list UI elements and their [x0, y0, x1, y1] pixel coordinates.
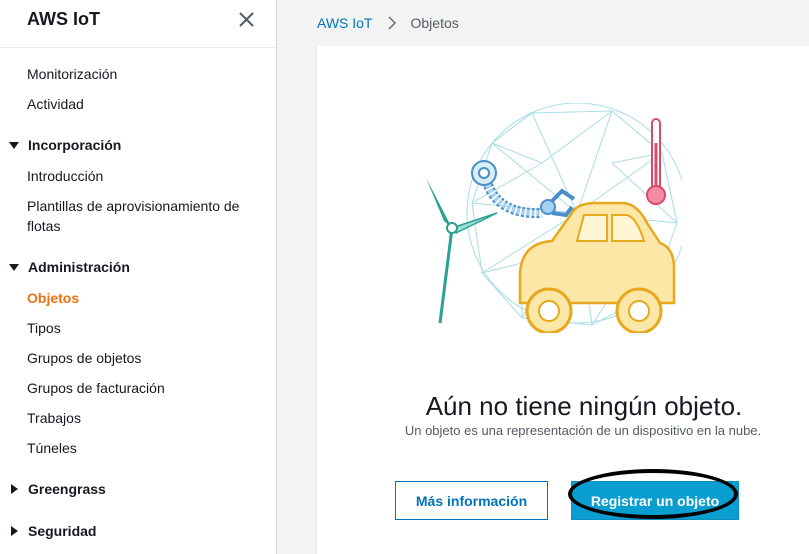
nav-grupos-objetos[interactable]: Grupos de objetos [27, 348, 262, 368]
close-sidebar-button[interactable] [236, 9, 258, 31]
breadcrumb-root-link[interactable]: AWS IoT [317, 15, 373, 31]
nav-tipos[interactable]: Tipos [27, 318, 262, 338]
breadcrumb: AWS IoT Objetos [317, 15, 459, 31]
caret-right-icon [11, 484, 18, 494]
nav-grupos-facturacion[interactable]: Grupos de facturación [27, 378, 262, 398]
sidebar: AWS IoT Monitorización Actividad Incorpo… [0, 0, 277, 554]
section-label: Incorporación [28, 137, 122, 153]
register-thing-button[interactable]: Registrar un objeto [571, 481, 739, 520]
iot-devices-illustration [426, 103, 682, 333]
app-title: AWS IoT [27, 9, 100, 29]
nav-plantillas-aprovisionamiento[interactable]: Plantillas de aprovisionamiento de flota… [27, 196, 262, 236]
empty-state-title: Aún no tiene ningún objeto. [425, 391, 743, 421]
sidebar-header: AWS IoT [0, 0, 276, 48]
caret-down-icon [9, 142, 19, 149]
section-label: Administración [28, 259, 130, 275]
nav-monitorizacion[interactable]: Monitorización [27, 64, 262, 84]
caret-right-icon [11, 526, 18, 536]
section-greengrass[interactable]: Greengrass [8, 479, 106, 499]
section-label: Greengrass [28, 481, 106, 497]
chevron-right-icon [387, 16, 396, 30]
caret-down-icon [9, 264, 19, 271]
section-incorporacion[interactable]: Incorporación [8, 135, 121, 155]
empty-state-description: Un objeto es una representación de un di… [404, 423, 762, 438]
breadcrumb-current: Objetos [410, 15, 459, 31]
section-seguridad[interactable]: Seguridad [8, 521, 96, 541]
nav-introduccion[interactable]: Introducción [27, 166, 262, 186]
nav-trabajos[interactable]: Trabajos [27, 408, 262, 428]
nav-objetos[interactable]: Objetos [27, 288, 262, 308]
section-administracion[interactable]: Administración [8, 257, 130, 277]
nav-tuneles[interactable]: Túneles [27, 438, 262, 458]
close-icon [239, 12, 254, 27]
learn-more-button[interactable]: Más información [395, 481, 548, 520]
nav-actividad[interactable]: Actividad [27, 94, 262, 114]
empty-state-panel: Aún no tiene ningún objeto. Un objeto es… [317, 46, 809, 554]
section-label: Seguridad [28, 523, 97, 539]
